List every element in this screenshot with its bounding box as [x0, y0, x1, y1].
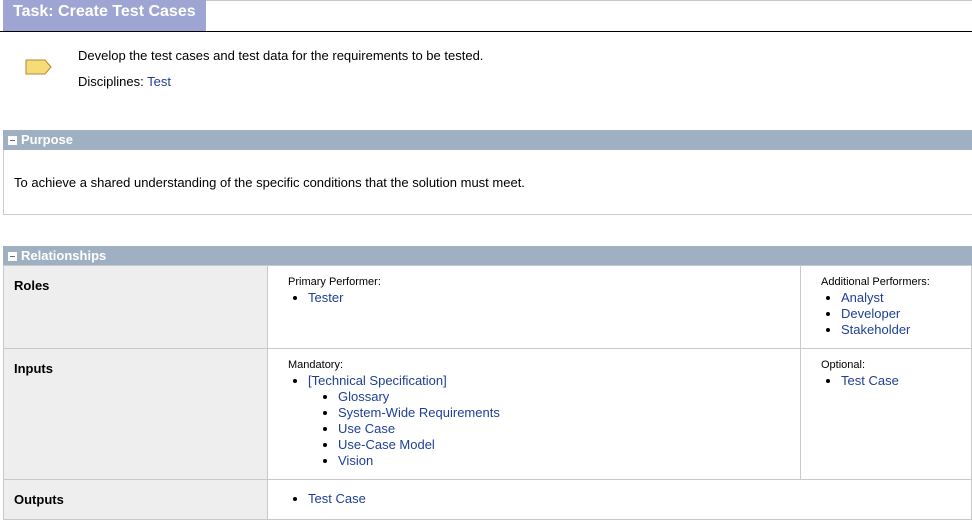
roles-row: Roles Primary Performer: Tester Addition…	[3, 265, 972, 349]
list-item: Tester	[308, 290, 780, 306]
role-link-analyst[interactable]: Analyst	[841, 290, 884, 305]
role-link-developer[interactable]: Developer	[841, 306, 900, 321]
outputs-row: Outputs Test Case	[3, 479, 972, 520]
list-item: Use Case	[338, 421, 780, 437]
mandatory-inputs-cell: Mandatory: [Technical Specification] Glo…	[267, 348, 801, 480]
overview-section: Develop the test cases and test data for…	[0, 31, 972, 101]
technical-specification-sublist: Glossary System-Wide Requirements Use Ca…	[308, 389, 780, 469]
title-bar: Task: Create Test Cases	[0, 0, 972, 32]
list-item: Vision	[338, 453, 780, 469]
disciplines-row: Disciplines: Test	[78, 74, 171, 89]
list-item: Glossary	[338, 389, 780, 405]
role-link-tester[interactable]: Tester	[308, 290, 343, 305]
collapse-icon[interactable]	[8, 136, 17, 145]
list-item: Stakeholder	[841, 322, 951, 338]
task-brief-description: Develop the test cases and test data for…	[78, 48, 484, 63]
input-link-technical-specification[interactable]: [Technical Specification]	[308, 373, 447, 388]
purpose-section-body: To achieve a shared understanding of the…	[3, 150, 972, 215]
input-link-use-case[interactable]: Use Case	[338, 421, 395, 436]
additional-performers-caption: Additional Performers:	[821, 276, 930, 288]
output-link-test-case[interactable]: Test Case	[308, 491, 366, 506]
title-divider	[206, 0, 972, 1]
optional-inputs-cell: Optional: Test Case	[800, 348, 972, 480]
primary-performer-list: Tester	[288, 290, 780, 306]
discipline-link-test[interactable]: Test	[147, 74, 171, 89]
primary-performer-caption: Primary Performer:	[288, 276, 381, 288]
relationships-heading: Relationships	[21, 248, 107, 263]
mandatory-caption: Mandatory:	[288, 359, 344, 371]
input-link-system-wide-requirements[interactable]: System-Wide Requirements	[338, 405, 500, 420]
collapse-icon[interactable]	[8, 252, 17, 261]
input-link-test-case[interactable]: Test Case	[841, 373, 899, 388]
inputs-label: Inputs	[3, 348, 268, 480]
disciplines-label: Disciplines:	[78, 74, 144, 89]
purpose-section-header[interactable]: Purpose	[3, 130, 972, 150]
task-icon	[25, 59, 52, 75]
list-item: Test Case	[841, 373, 951, 389]
list-item: Developer	[841, 306, 951, 322]
input-link-vision[interactable]: Vision	[338, 453, 373, 468]
roles-label: Roles	[3, 265, 268, 349]
additional-performers-cell: Additional Performers: Analyst Developer…	[800, 265, 972, 349]
additional-performers-list: Analyst Developer Stakeholder	[821, 290, 951, 338]
primary-performer-cell: Primary Performer: Tester	[267, 265, 801, 349]
purpose-text: To achieve a shared understanding of the…	[14, 175, 525, 190]
outputs-label: Outputs	[3, 479, 268, 520]
relationships-section-header[interactable]: Relationships	[3, 246, 972, 266]
role-link-stakeholder[interactable]: Stakeholder	[841, 322, 910, 337]
optional-caption: Optional:	[821, 359, 866, 371]
outputs-cell: Test Case	[267, 479, 972, 520]
outputs-list: Test Case	[288, 491, 951, 507]
input-link-glossary[interactable]: Glossary	[338, 389, 389, 404]
list-item: System-Wide Requirements	[338, 405, 780, 421]
input-link-use-case-model[interactable]: Use-Case Model	[338, 437, 435, 452]
list-item: Use-Case Model	[338, 437, 780, 453]
list-item: [Technical Specification] Glossary Syste…	[308, 373, 780, 469]
mandatory-inputs-list: [Technical Specification] Glossary Syste…	[288, 373, 780, 469]
purpose-heading: Purpose	[21, 132, 74, 147]
inputs-row: Inputs Mandatory: [Technical Specificati…	[3, 348, 972, 480]
list-item: Analyst	[841, 290, 951, 306]
optional-inputs-list: Test Case	[821, 373, 951, 389]
page-title: Task: Create Test Cases	[3, 0, 206, 31]
list-item: Test Case	[308, 491, 951, 507]
relationships-table: Roles Primary Performer: Tester Addition…	[3, 265, 972, 520]
